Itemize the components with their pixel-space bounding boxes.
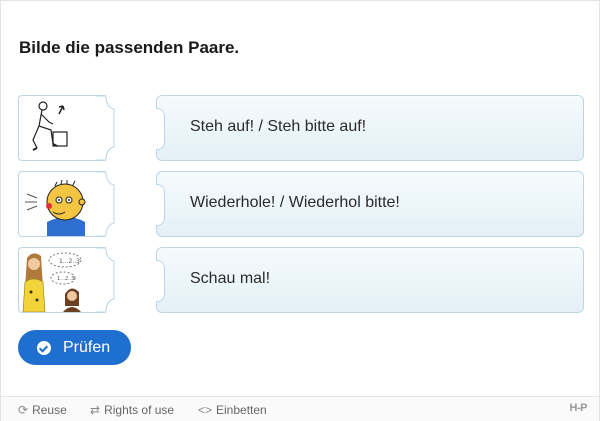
handshake-icon: ⇄ [90, 403, 101, 417]
svg-text:1...2..3: 1...2..3 [59, 258, 80, 265]
text-card-label: Steh auf! / Steh bitte auf! [190, 118, 367, 135]
pair-row: Steh auf! / Steh bitte auf! [18, 95, 584, 161]
embed-link[interactable]: <> Einbetten [198, 403, 267, 417]
reuse-label: Reuse [32, 403, 67, 417]
pair-row: 1...2..3 1...2..3 Schau mal! [18, 247, 584, 313]
text-card-label: Wiederhole! / Wiederhol bitte! [190, 194, 400, 211]
reuse-link[interactable]: ⟳ Reuse [18, 403, 67, 417]
h5p-logo[interactable]: H-P [570, 402, 588, 414]
text-card-label: Schau mal! [190, 270, 271, 287]
rights-label: Rights of use [104, 403, 175, 417]
h5p-container: Bilde die passenden Paare. Steh auf! / S… [0, 0, 600, 421]
boy-speaking-image[interactable] [18, 171, 105, 237]
text-card[interactable]: Wiederhole! / Wiederhol bitte! [156, 171, 584, 237]
code-icon: <> [198, 403, 213, 417]
text-card[interactable]: Schau mal! [156, 247, 584, 313]
text-card[interactable]: Steh auf! / Steh bitte auf! [156, 95, 584, 161]
check-button-label: Prüfen [63, 338, 111, 356]
two-people-talking-image[interactable]: 1...2..3 1...2..3 [18, 247, 105, 313]
pair-row: Wiederhole! / Wiederhol bitte! [18, 171, 584, 237]
card-tab [156, 260, 165, 302]
svg-text:1...2..3: 1...2..3 [57, 276, 75, 282]
reuse-icon: ⟳ [18, 403, 29, 417]
card-tab [156, 108, 165, 150]
check-circle-icon [37, 340, 51, 355]
task-title: Bilde die passenden Paare. [19, 38, 240, 57]
embed-label: Einbetten [216, 403, 267, 417]
check-button[interactable]: Prüfen [18, 330, 131, 365]
footer-bar: ⟳ Reuse ⇄ Rights of use <> Einbetten H-P [1, 396, 599, 421]
rights-of-use-link[interactable]: ⇄ Rights of use [90, 403, 174, 417]
card-tab [156, 184, 165, 226]
person-standing-up-image[interactable] [18, 95, 105, 161]
